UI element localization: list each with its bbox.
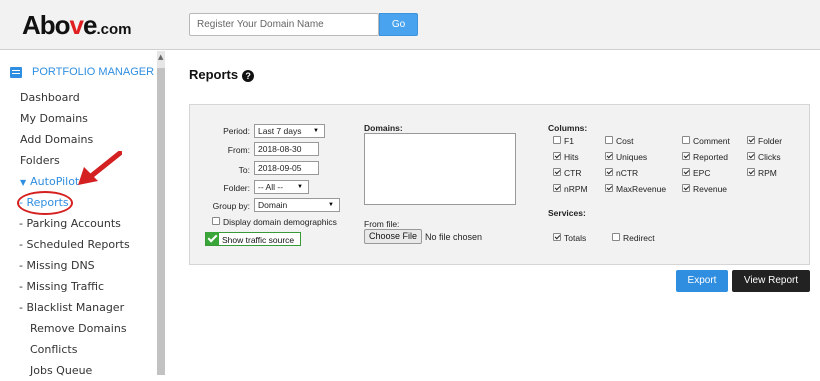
view-report-button[interactable]: View Report <box>732 270 810 292</box>
column-cost-label: Cost <box>616 136 634 146</box>
column-comment-checkbox[interactable] <box>682 136 690 144</box>
caret-down-icon: ▼ <box>20 178 27 187</box>
period-select[interactable]: Last 7 days <box>254 124 325 138</box>
top-bar: Above.com Go <box>0 0 820 50</box>
services-label: Services: <box>548 208 586 218</box>
column-rpm-label: RPM <box>758 168 777 178</box>
column-nrpm-label: nRPM <box>564 184 588 194</box>
column-cost-checkbox[interactable] <box>605 136 613 144</box>
sidebar-item-add-domains[interactable]: Add Domains <box>20 129 93 150</box>
domain-search-input[interactable] <box>189 13 379 36</box>
column-rpm-checkbox[interactable] <box>747 168 755 176</box>
scroll-up-arrow-icon[interactable]: ▲ <box>158 54 163 61</box>
domain-demographics-label: Display domain demographics <box>223 217 337 227</box>
above-logo[interactable]: Above.com <box>22 10 132 41</box>
sidebar-item-my-domains[interactable]: My Domains <box>20 108 88 129</box>
column-maxrevenue-checkbox[interactable] <box>605 184 613 192</box>
service-totals-checkbox[interactable] <box>553 233 561 241</box>
portfolio-manager-label: PORTFOLIO MANAGER <box>32 66 155 78</box>
group-by-select[interactable]: Domain <box>254 198 340 212</box>
service-totals-label: Totals <box>564 233 587 243</box>
column-hits-checkbox[interactable] <box>553 152 561 160</box>
no-file-chosen-text: No file chosen <box>425 232 483 242</box>
sidebar-item-missing-dns[interactable]: - Missing DNS <box>19 255 95 276</box>
sidebar-item-remove-domains[interactable]: Remove Domains <box>30 318 127 339</box>
service-redirect-checkbox[interactable] <box>612 233 620 241</box>
column-ctr-label: CTR <box>564 168 582 178</box>
column-uniques-checkbox[interactable] <box>605 152 613 160</box>
help-icon[interactable]: ? <box>242 70 255 82</box>
column-f1-checkbox[interactable] <box>553 136 561 144</box>
column-nctr-checkbox[interactable] <box>605 168 613 176</box>
service-redirect-label: Redirect <box>623 233 655 243</box>
column-revenue-label: Revenue <box>693 184 728 194</box>
column-nrpm-checkbox[interactable] <box>553 184 561 192</box>
column-folder-label: Folder <box>758 136 783 146</box>
column-comment-label: Comment <box>693 136 730 146</box>
sidebar-item-scheduled-reports[interactable]: - Scheduled Reports <box>19 234 130 255</box>
domains-label: Domains: <box>364 123 403 133</box>
column-maxrevenue-label: MaxRevenue <box>616 184 667 194</box>
column-reported-label: Reported <box>693 152 728 162</box>
to-date-label: To: <box>238 165 250 175</box>
column-reported-checkbox[interactable] <box>682 152 690 160</box>
columns-label: Columns: <box>548 123 588 133</box>
export-button[interactable]: Export <box>676 270 728 292</box>
column-revenue-checkbox[interactable] <box>682 184 690 192</box>
traffic-source-checkbox[interactable] <box>206 232 219 245</box>
folder-label: Folder: <box>223 183 250 193</box>
page-title: Reports? <box>189 67 255 82</box>
domains-textarea[interactable] <box>364 133 516 205</box>
sidebar-item-jobs-queue[interactable]: Jobs Queue <box>30 360 92 381</box>
period-label: Period: <box>223 126 250 136</box>
sidebar-item-autopilot-label: AutoPilot <box>30 175 80 188</box>
column-clicks-checkbox[interactable] <box>747 152 755 160</box>
sidebar-item-missing-traffic[interactable]: - Missing Traffic <box>19 276 104 297</box>
choose-file-button[interactable]: Choose File <box>364 229 423 244</box>
column-f1-label: F1 <box>564 136 574 146</box>
column-epc-checkbox[interactable] <box>682 168 690 176</box>
from-date-input[interactable]: 2018-08-30 <box>254 142 319 156</box>
sidebar-item-parking-accounts[interactable]: - Parking Accounts <box>19 213 121 234</box>
column-clicks-label: Clicks <box>758 152 781 162</box>
sidebar-item-dashboard[interactable]: Dashboard <box>20 87 80 108</box>
folder-select[interactable]: -- All -- <box>254 180 309 194</box>
to-date-input[interactable]: 2018-09-05 <box>254 161 319 175</box>
traffic-source-label: Show traffic source <box>222 235 295 245</box>
column-hits-label: Hits <box>564 152 579 162</box>
sidebar-item-blacklist-manager[interactable]: - Blacklist Manager <box>19 297 124 318</box>
sidebar-item-conflicts[interactable]: Conflicts <box>30 339 77 360</box>
column-ctr-checkbox[interactable] <box>553 168 561 176</box>
group-by-label: Group by: <box>212 201 250 211</box>
go-button[interactable]: Go <box>379 13 418 36</box>
from-file-label: From file: <box>364 219 400 229</box>
column-nctr-label: nCTR <box>616 168 639 178</box>
portfolio-manager-icon <box>10 67 22 78</box>
red-arrow-annotation-icon <box>78 151 122 185</box>
sidebar-item-folders[interactable]: Folders <box>20 150 60 171</box>
sidebar-item-autopilot[interactable]: ▼ AutoPilot <box>20 171 79 192</box>
from-date-label: From: <box>227 145 250 155</box>
column-epc-label: EPC <box>693 168 711 178</box>
domain-demographics-checkbox[interactable] <box>212 217 220 225</box>
reports-highlight-circle <box>17 191 73 215</box>
column-uniques-label: Uniques <box>616 152 648 162</box>
column-folder-checkbox[interactable] <box>747 136 755 144</box>
sidebar-scroll-thumb[interactable] <box>157 68 165 375</box>
